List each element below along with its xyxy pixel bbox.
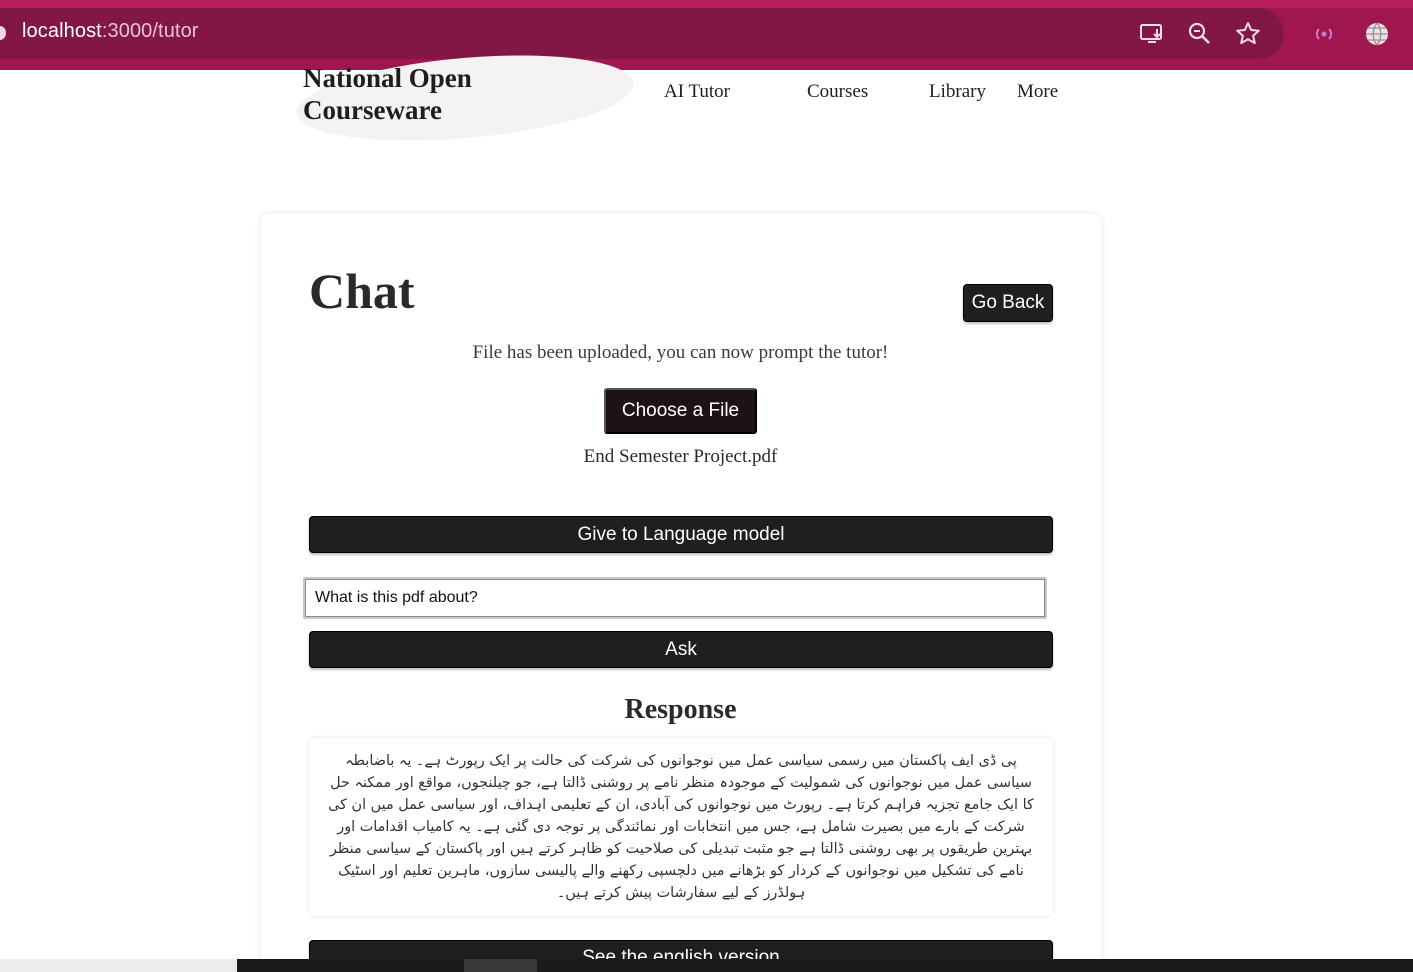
nav-library[interactable]: Library xyxy=(929,81,986,103)
bookmark-star-icon[interactable] xyxy=(1234,20,1262,48)
url-host: localhost xyxy=(22,20,102,42)
ask-button[interactable]: Ask xyxy=(309,631,1053,668)
brand-line-1: National Open xyxy=(303,63,472,93)
nav-more[interactable]: More xyxy=(1017,81,1058,103)
taskbar-search-area[interactable] xyxy=(0,959,237,972)
selected-filename: End Semester Project.pdf xyxy=(583,446,778,467)
nav-ai-tutor[interactable]: AI Tutor xyxy=(664,81,730,103)
nav-courses[interactable]: Courses xyxy=(807,81,868,103)
page-title: Chat xyxy=(309,263,415,319)
response-box: پی ڈی ایف پاکستان میں رسمی سیاسی عمل میں… xyxy=(309,738,1053,916)
tab-strip xyxy=(0,0,1413,8)
site-logo[interactable]: National Open Courseware xyxy=(303,62,472,126)
upload-status: File has been uploaded, you can now prom… xyxy=(472,342,889,363)
install-app-icon[interactable] xyxy=(1138,20,1166,48)
prompt-input[interactable] xyxy=(303,577,1047,619)
go-back-button[interactable]: Go Back xyxy=(963,284,1053,322)
globe-icon[interactable] xyxy=(1363,20,1391,48)
os-taskbar xyxy=(0,959,1413,972)
brand-line-2: Courseware xyxy=(303,95,442,125)
taskbar-active-app[interactable] xyxy=(464,959,537,972)
broadcast-icon[interactable] xyxy=(1310,20,1338,48)
browser-toolbar: localhost:3000/tutor xyxy=(0,0,1413,70)
give-to-model-button[interactable]: Give to Language model xyxy=(309,516,1053,553)
response-heading: Response xyxy=(624,694,737,725)
choose-file-button[interactable]: Choose a File xyxy=(604,388,757,434)
zoom-icon[interactable] xyxy=(1186,20,1214,48)
response-text: پی ڈی ایف پاکستان میں رسمی سیاسی عمل میں… xyxy=(328,753,1034,901)
url-text[interactable]: localhost:3000/tutor xyxy=(22,20,199,43)
url-path: :3000/tutor xyxy=(101,20,199,42)
